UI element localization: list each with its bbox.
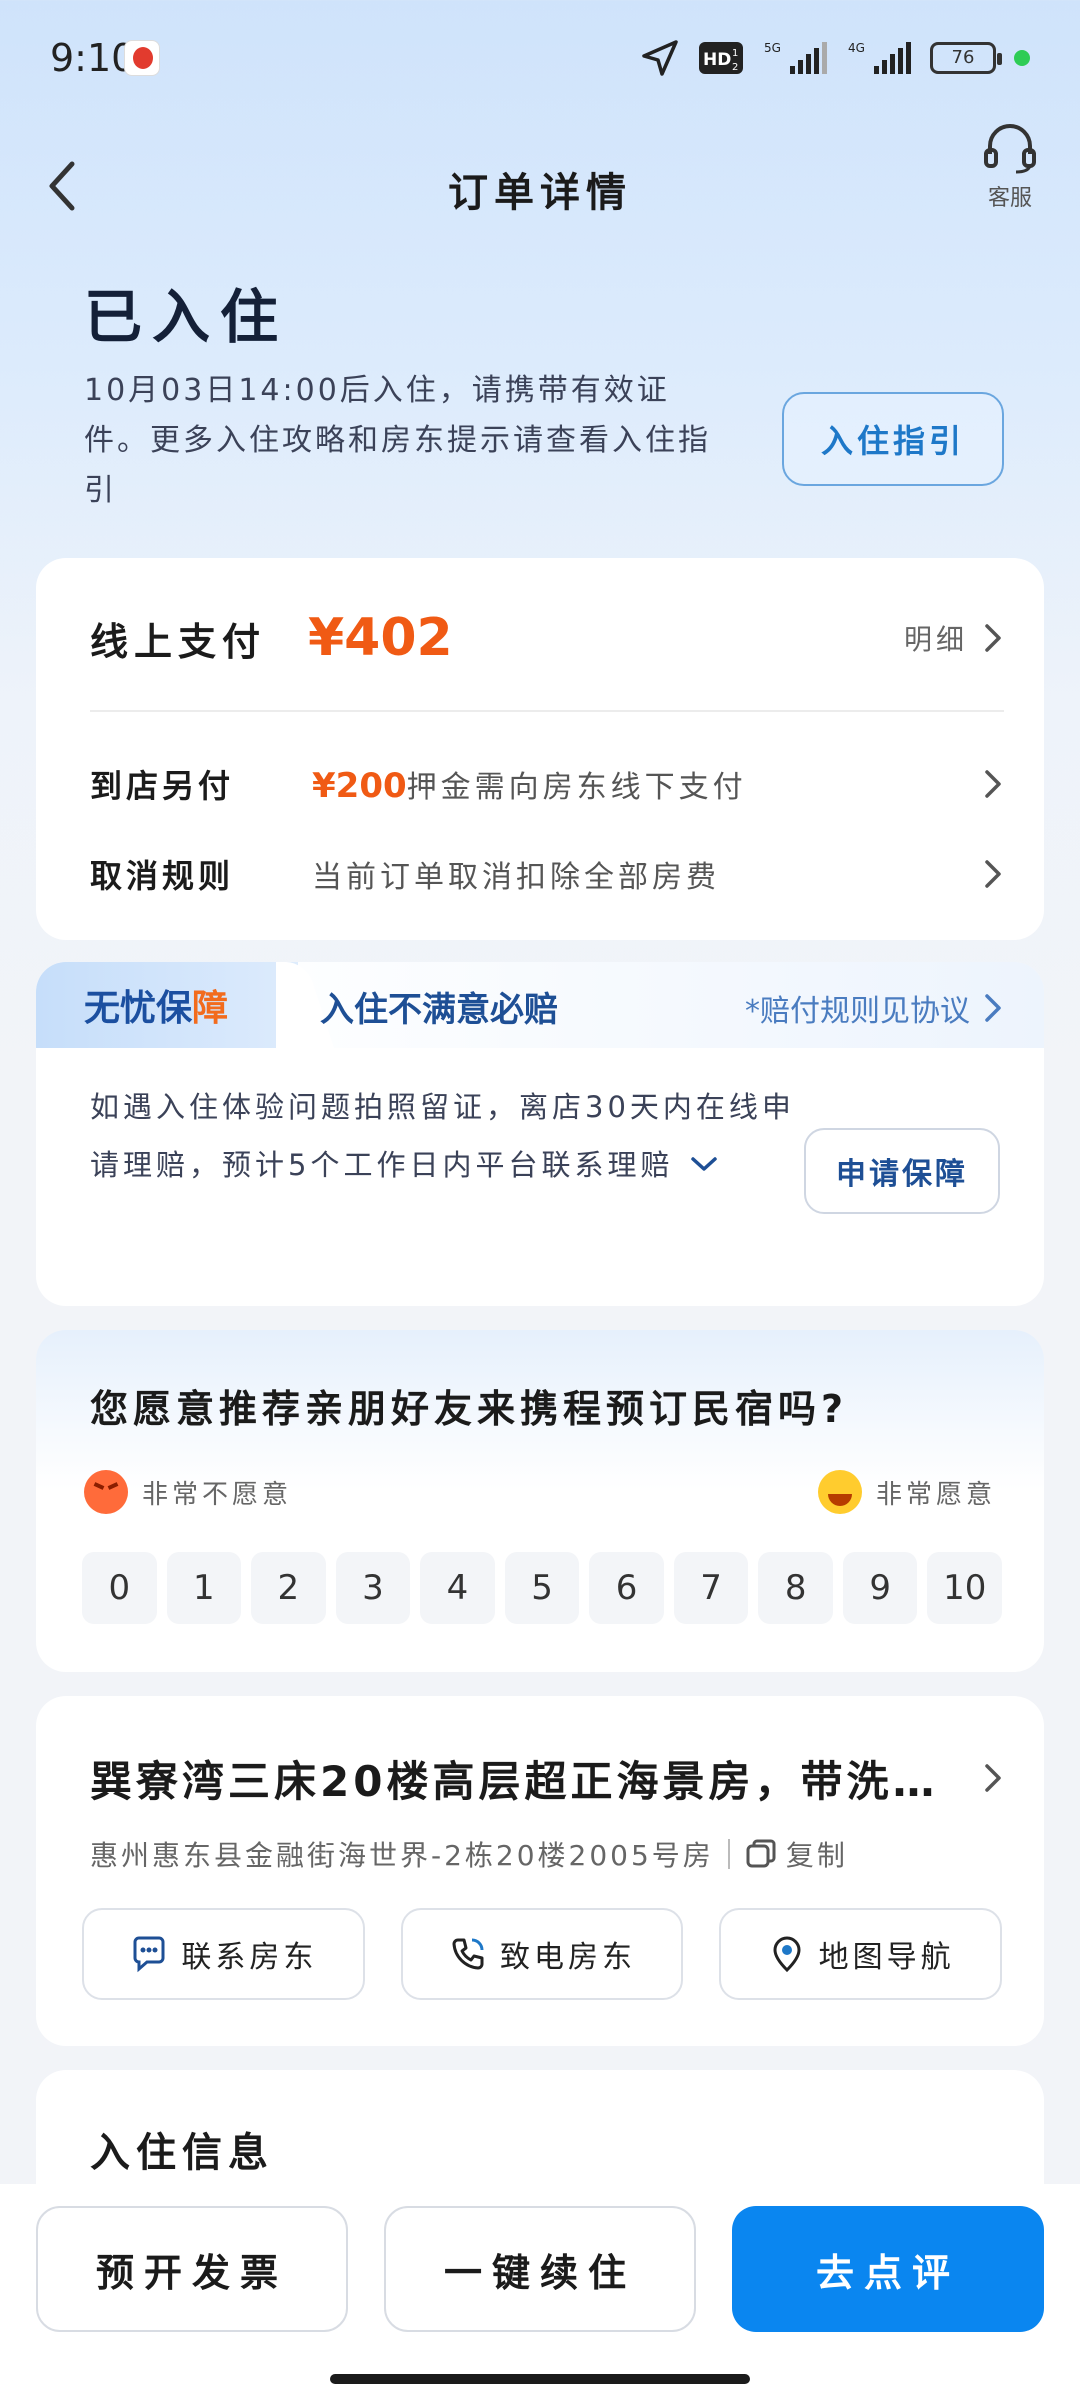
checkin-guide-button[interactable]: 入住指引: [782, 392, 1004, 486]
checkin-info-title: 入住信息: [90, 2130, 274, 2176]
chevron-right-icon: [985, 624, 1001, 652]
guarantee-slogan: 入住不满意必赔: [320, 990, 558, 1030]
chevron-right-icon[interactable]: [982, 1760, 1004, 1796]
store-payment-value: ¥200押金需向房东线下支付: [312, 762, 982, 806]
status-icons: HD 1 2 5G 4G 76: [640, 38, 1030, 78]
guarantee-description: 如遇入住体验问题拍照留证，离店30天内在线申请理赔，预计5个工作日内平台联系理赔: [90, 1078, 810, 1194]
property-card: 巽寮湾三床20楼高层超正海景房，带洗… 惠州惠东县金融街海世界-2栋20楼200…: [36, 1696, 1044, 2046]
property-title[interactable]: 巽寮湾三床20楼高层超正海景房，带洗…: [90, 1748, 950, 1809]
copy-address-button[interactable]: 复制: [744, 1834, 848, 1874]
signal-4g-icon: 4G: [848, 41, 911, 74]
property-address: 惠州惠东县金融街海世界-2栋20楼2005号房: [90, 1839, 714, 1872]
privacy-indicator: [1014, 50, 1030, 66]
nps-scale: 0 1 2 3 4 5 6 7 8 9 10: [82, 1552, 1003, 1624]
customer-service-label: 客服: [987, 186, 1032, 211]
renew-stay-button[interactable]: 一键续住: [384, 2206, 696, 2332]
guarantee-tab-prefix: 无忧保: [83, 988, 192, 1029]
property-address-row: 惠州惠东县金融街海世界-2栋20楼2005号房 复制: [90, 1834, 848, 1874]
copy-icon: [746, 1839, 776, 1868]
svg-text:5G: 5G: [764, 41, 781, 55]
payment-card: 线上支付 ¥402 明细 到店另付 ¥200押金需向房东线下支付 取消规则 当前…: [36, 558, 1044, 940]
guarantee-rule-link[interactable]: *赔付规则见协议: [745, 986, 1004, 1030]
nps-high-anchor: 非常愿意: [817, 1470, 996, 1514]
nps-option-6[interactable]: 6: [589, 1552, 664, 1624]
guarantee-tab: 无忧保障: [36, 962, 276, 1048]
customer-service-button[interactable]: 客服: [970, 120, 1050, 220]
svg-text:4G: 4G: [848, 41, 865, 55]
nps-option-10[interactable]: 10: [927, 1552, 1003, 1624]
map-navigation-button[interactable]: 地图导航: [719, 1908, 1003, 2000]
contact-host-label: 联系房东: [181, 1940, 318, 1975]
nps-survey-card: 您愿意推荐亲朋好友来携程预订民宿吗? 非常不愿意 非常愿意 0 1 2 3 4 …: [36, 1330, 1044, 1672]
apply-guarantee-button[interactable]: 申请保障: [804, 1128, 1000, 1214]
booking-status-description: 10月03日14:00后入住，请携带有效证件。更多入住攻略和房东提示请查看入住指…: [84, 373, 711, 508]
call-host-label: 致电房东: [500, 1940, 636, 1975]
nps-question: 您愿意推荐亲朋好友来携程预订民宿吗?: [90, 1387, 849, 1431]
invoice-button[interactable]: 预开发票: [36, 2206, 348, 2332]
chevron-right-icon: [985, 994, 1001, 1022]
map-navigation-label: 地图导航: [818, 1940, 955, 1975]
signal-5g-icon: 5G: [764, 41, 827, 74]
review-button[interactable]: 去点评: [732, 2206, 1044, 2332]
home-indicator[interactable]: [330, 2374, 750, 2384]
nps-option-1[interactable]: 1: [166, 1552, 242, 1624]
page-title: 订单详情: [448, 170, 632, 216]
guarantee-card: 无忧保障 入住不满意必赔 *赔付规则见协议 如遇入住体验问题拍照留证，离店30天…: [36, 962, 1044, 1306]
cancel-policy-row[interactable]: 取消规则 当前订单取消扣除全部房费: [90, 844, 1004, 904]
online-payment-row: 线上支付 ¥402 明细: [90, 598, 1004, 678]
nps-option-4[interactable]: 4: [420, 1552, 495, 1624]
contact-host-button[interactable]: 联系房东: [82, 1908, 365, 2000]
store-payment-row[interactable]: 到店另付 ¥200押金需向房东线下支付: [90, 754, 1004, 814]
property-actions: 联系房东 致电房东 地图导航: [82, 1908, 1003, 2000]
nps-option-5[interactable]: 5: [504, 1552, 580, 1624]
divider: [90, 710, 1004, 712]
payment-detail-link[interactable]: 明细: [904, 618, 1004, 658]
guarantee-tab-suffix: 障: [192, 988, 229, 1029]
nps-option-8[interactable]: 8: [758, 1552, 833, 1624]
svg-text:1: 1: [732, 48, 738, 59]
nps-option-7[interactable]: 7: [673, 1552, 749, 1624]
chevron-down-icon[interactable]: [687, 1153, 721, 1175]
online-payment-amount: ¥402: [308, 608, 453, 668]
nps-option-0[interactable]: 0: [82, 1552, 157, 1624]
location-arrow-icon: [642, 40, 678, 76]
phone-icon: [452, 1938, 484, 1970]
laughing-face-icon: [817, 1470, 862, 1514]
map-pin-icon: [773, 1936, 801, 1973]
store-payment-label: 到店另付: [90, 767, 235, 805]
nps-low-anchor: 非常不愿意: [84, 1470, 292, 1514]
divider: [727, 1839, 730, 1869]
nps-option-9[interactable]: 9: [842, 1552, 918, 1624]
nps-option-2[interactable]: 2: [251, 1552, 326, 1624]
svg-text:HD: HD: [703, 50, 731, 70]
online-payment-label: 线上支付: [90, 619, 267, 664]
nps-high-label: 非常愿意: [875, 1479, 996, 1510]
booking-status-section: 已入住 10月03日14:00后入住，请携带有效证件。更多入住攻略和房东提示请查…: [84, 270, 1024, 508]
chevron-right-icon: [985, 860, 1001, 888]
store-payment-amount: ¥200: [312, 766, 407, 806]
bottom-action-bar: 预开发票 一键续住 去点评: [0, 2184, 1080, 2400]
chat-bubble-icon: [133, 1936, 165, 1973]
chevron-right-icon: [985, 770, 1001, 798]
status-time: 9:10: [50, 36, 136, 80]
call-host-button[interactable]: 致电房东: [400, 1908, 684, 2000]
svg-text:2: 2: [732, 62, 738, 73]
nps-low-label: 非常不愿意: [142, 1479, 293, 1510]
hd-icon: HD 1 2: [699, 42, 743, 74]
cancel-policy-label: 取消规则: [90, 857, 235, 895]
angry-face-icon: [84, 1470, 128, 1514]
payment-detail-label: 明细: [903, 623, 968, 656]
nps-option-3[interactable]: 3: [335, 1552, 411, 1624]
cancel-policy-note: 当前订单取消扣除全部房费: [312, 860, 720, 895]
store-payment-note: 押金需向房东线下支付: [406, 770, 747, 805]
guarantee-rule-label: *赔付规则见协议: [745, 994, 970, 1029]
headset-icon: [984, 124, 1036, 174]
top-nav: 订单详情 客服: [0, 120, 1080, 240]
copy-label: 复制: [785, 1839, 848, 1872]
status-bar: 9:10 HD 1 2 5G 4G 76: [0, 0, 1080, 120]
app-notification-icon: [124, 40, 160, 76]
booking-status-title: 已入住: [84, 283, 289, 351]
battery-icon: 76: [930, 42, 1002, 74]
